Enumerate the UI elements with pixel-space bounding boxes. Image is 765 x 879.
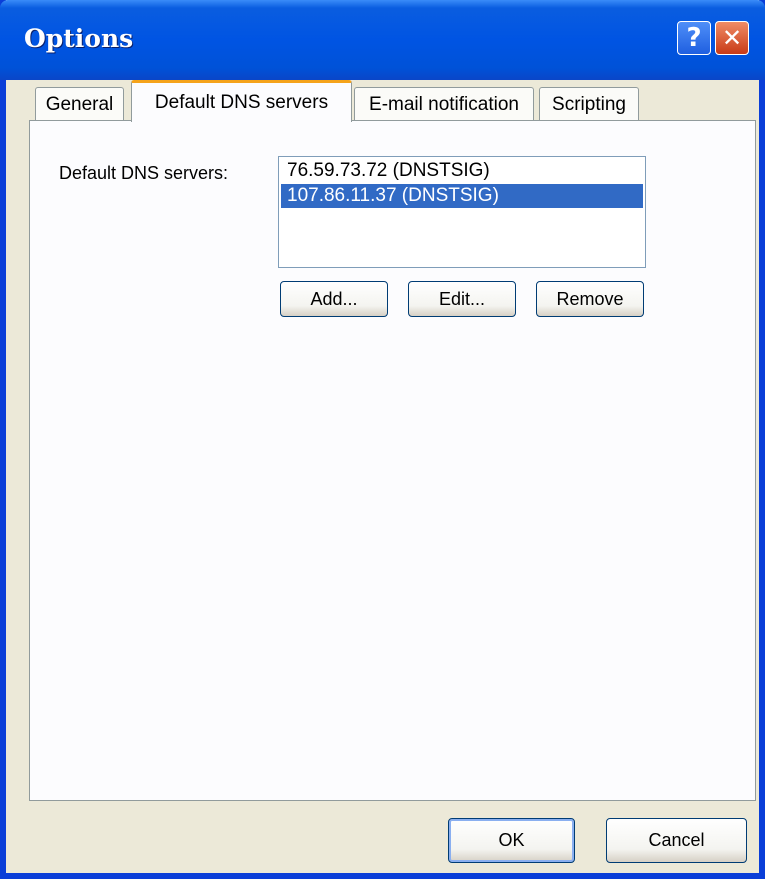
help-button[interactable]: ?	[677, 21, 711, 55]
window-title: Options	[24, 24, 134, 53]
tab-label: Default DNS servers	[154, 91, 329, 113]
tab-label: E-mail notification	[369, 93, 519, 115]
tab-label: Scripting	[552, 93, 626, 115]
close-button[interactable]: ✕	[715, 21, 749, 55]
dns-servers-listbox[interactable]: 76.59.73.72 (DNSTSIG) 107.86.11.37 (DNST…	[278, 156, 646, 268]
tab-label: General	[45, 93, 114, 115]
tab-default-dns-servers[interactable]: Default DNS servers	[131, 80, 352, 122]
edit-button[interactable]: Edit...	[408, 281, 516, 317]
add-button[interactable]: Add...	[280, 281, 388, 317]
edit-button-label: Edit...	[438, 288, 486, 309]
tab-scripting[interactable]: Scripting	[539, 87, 639, 121]
remove-button[interactable]: Remove	[536, 281, 644, 317]
tab-general[interactable]: General	[35, 87, 124, 121]
ok-button-label: OK	[498, 830, 525, 850]
tab-panel-default-dns-servers: Default DNS servers: 76.59.73.72 (DNSTSI…	[29, 120, 756, 801]
dns-server-item[interactable]: 76.59.73.72 (DNSTSIG)	[281, 159, 643, 183]
title-bar[interactable]: Options ? ✕	[0, 0, 765, 80]
add-button-label: Add...	[310, 288, 358, 309]
help-icon: ?	[686, 23, 702, 53]
cancel-button[interactable]: Cancel	[606, 818, 747, 863]
close-icon: ✕	[721, 24, 743, 52]
ok-button[interactable]: OK	[448, 818, 575, 863]
tab-email-notification[interactable]: E-mail notification	[354, 87, 534, 121]
cancel-button-label: Cancel	[648, 830, 705, 850]
dns-servers-label: Default DNS servers:	[59, 163, 229, 183]
dns-server-item-selected[interactable]: 107.86.11.37 (DNSTSIG)	[281, 184, 643, 208]
remove-button-label: Remove	[556, 288, 624, 309]
